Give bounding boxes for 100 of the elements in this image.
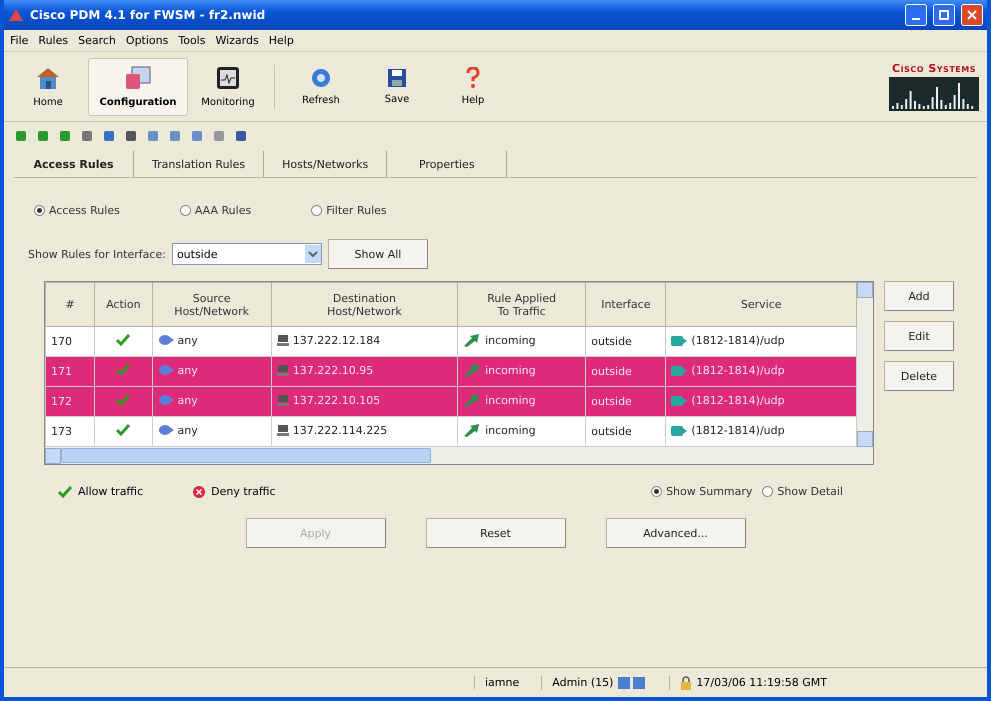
tool-icon[interactable]	[168, 129, 182, 143]
horizontal-scrollbar[interactable]	[45, 447, 873, 464]
tool-icon[interactable]	[190, 129, 204, 143]
minimize-button[interactable]	[905, 4, 927, 26]
maximize-button[interactable]	[933, 4, 955, 26]
tool-icon[interactable]	[124, 129, 138, 143]
table-cell: 137.222.10.95	[292, 364, 374, 377]
tab[interactable]: Translation Rules	[134, 151, 264, 177]
check-icon	[116, 364, 130, 376]
tab[interactable]: Hosts/Networks	[264, 151, 388, 177]
menu-item[interactable]: Rules	[38, 34, 68, 47]
table-cell: (1812-1814)/udp	[691, 424, 785, 438]
tab[interactable]: Access Rules	[14, 151, 134, 177]
check-icon	[58, 486, 72, 498]
service-icon	[671, 426, 688, 436]
menu-item[interactable]: Tools	[178, 34, 206, 47]
dropdown-value: outside	[176, 248, 218, 260]
side-button[interactable]: Delete	[884, 361, 954, 391]
network-icon	[158, 364, 174, 376]
table-cell: incoming	[485, 394, 536, 406]
traffic-icon	[463, 333, 482, 347]
table-cell: (1812-1814)/udp	[691, 364, 785, 378]
menu-item[interactable]: Help	[268, 34, 294, 47]
host-icon	[276, 364, 289, 376]
monitor-icon	[215, 65, 241, 91]
action-button[interactable]: Advanced...	[606, 518, 746, 548]
network-icon	[158, 394, 174, 406]
host-icon	[276, 334, 289, 346]
table-cell: 137.222.114.225	[292, 424, 388, 437]
show-all-button[interactable]: Show All	[328, 239, 428, 269]
table-cell: any	[178, 394, 198, 407]
menu-item[interactable]: Wizards	[215, 34, 259, 47]
tool-icon[interactable]	[234, 129, 248, 143]
tool-icon[interactable]	[80, 129, 94, 143]
legend-label: Deny traffic	[211, 485, 276, 498]
tool-icon[interactable]	[146, 129, 160, 143]
table-cell: any	[178, 334, 198, 347]
check-icon	[116, 334, 130, 346]
close-icon	[967, 10, 977, 20]
table-row[interactable]: 172 any 137.222.10.105 incoming outside (1812-1814)/udp	[46, 386, 856, 416]
tab[interactable]: Properties	[387, 151, 508, 177]
table-row[interactable]: 170 any 137.222.12.184 incoming outside (1812-1814)/udp	[46, 326, 856, 356]
interface-dropdown[interactable]: outside	[172, 243, 322, 265]
column-header[interactable]: Action	[94, 282, 152, 326]
table-row[interactable]: 173 any 137.222.114.225 incoming outside (1812-1814)/udp	[46, 416, 856, 446]
table-cell: any	[178, 364, 198, 377]
legend-label: Allow traffic	[78, 485, 144, 498]
column-header[interactable]: Interface	[586, 282, 666, 326]
column-header[interactable]: Rule Applied To Traffic	[458, 282, 586, 326]
table-cell: (1812-1814)/udp	[691, 394, 785, 408]
column-header[interactable]: Source Host/Network	[152, 282, 272, 326]
side-button[interactable]: Edit	[884, 321, 954, 351]
window-title: Cisco PDM 4.1 for FWSM - fr2.nwid	[30, 8, 266, 22]
column-header[interactable]: Service	[666, 282, 856, 326]
toolbar-button[interactable]: Save	[361, 58, 433, 116]
tool-icon[interactable]	[102, 129, 116, 143]
toolbar-button[interactable]: Home	[12, 58, 84, 116]
traffic-icon	[463, 423, 482, 437]
minimize-icon	[912, 18, 920, 20]
tool-icon[interactable]	[58, 129, 72, 143]
radio-button[interactable]: Filter Rules	[311, 204, 387, 217]
toolbar-button[interactable]: Help	[437, 58, 509, 116]
status-text: 17/03/06 11:19:58 GMT	[696, 676, 827, 689]
menu-item[interactable]: Options	[126, 34, 168, 47]
check-icon	[116, 394, 130, 406]
vertical-scrollbar[interactable]	[857, 282, 873, 447]
menu-item[interactable]: Search	[78, 34, 116, 47]
radio-button[interactable]: AAA Rules	[180, 204, 252, 217]
deny-icon	[193, 486, 206, 498]
column-header[interactable]: #	[46, 282, 95, 326]
interface-label: Show Rules for Interface:	[28, 248, 166, 260]
host-icon	[276, 394, 289, 406]
table-cell: incoming	[485, 334, 536, 346]
network-icon	[158, 334, 174, 346]
side-button[interactable]: Add	[884, 281, 954, 311]
close-button[interactable]	[961, 4, 983, 26]
traffic-icon	[463, 363, 482, 377]
menu-item[interactable]: File	[10, 34, 28, 47]
service-icon	[671, 366, 688, 376]
logo-text: Cisco Systems	[892, 62, 976, 75]
table-row[interactable]: 171 any 137.222.10.95 incoming outside (1812-1814)/udp	[46, 356, 856, 386]
tool-icon[interactable]	[14, 129, 28, 143]
lock-icon	[680, 676, 692, 690]
host-icon	[276, 424, 289, 436]
table-cell: incoming	[485, 424, 536, 436]
app-icon	[8, 8, 24, 22]
table-cell: (1812-1814)/udp	[691, 334, 785, 348]
toolbar-button[interactable]: Refresh	[285, 58, 357, 116]
check-icon	[116, 424, 130, 436]
column-header[interactable]: Destination Host/Network	[271, 282, 458, 326]
toolbar-button[interactable]: Configuration	[88, 58, 188, 116]
radio-button[interactable]: Show Summary	[651, 485, 752, 498]
table-cell: incoming	[485, 364, 536, 376]
action-button[interactable]: Reset	[426, 518, 566, 548]
radio-button[interactable]: Show Detail	[762, 485, 843, 498]
table-cell: 137.222.10.105	[292, 394, 380, 407]
question-mark-icon	[465, 67, 481, 89]
radio-button[interactable]: Access Rules	[34, 204, 120, 217]
tool-icon[interactable]	[36, 129, 50, 143]
toolbar-button[interactable]: Monitoring	[192, 58, 264, 116]
